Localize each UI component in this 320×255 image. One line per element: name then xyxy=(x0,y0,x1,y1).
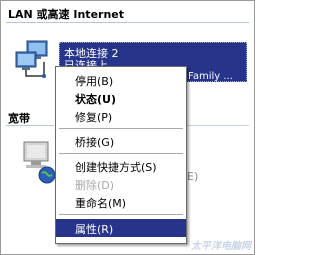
section-divider-broadband-left xyxy=(6,125,54,126)
menu-item-repair[interactable]: 修复(P) xyxy=(56,107,186,125)
menu-separator xyxy=(59,153,183,154)
menu-item-label: 状态(U) xyxy=(75,93,116,106)
menu-item-create-shortcut[interactable]: 创建快捷方式(S) xyxy=(56,157,186,175)
menu-item-label: 创建快捷方式(S) xyxy=(75,161,157,174)
globe-icon xyxy=(38,166,56,184)
section-title-lan: LAN 或高速 Internet xyxy=(8,8,125,21)
menu-separator xyxy=(59,128,183,129)
menu-item-label: 桥接(G) xyxy=(75,136,115,149)
network-computers-icon[interactable] xyxy=(14,40,52,80)
menu-item-disable[interactable]: 停用(B) xyxy=(56,71,186,89)
menu-item-label: 属性(R) xyxy=(75,223,114,236)
watermark: 太平洋电脑网 xyxy=(191,241,251,252)
broadband-status-fragment: E) xyxy=(187,170,199,183)
menu-item-label: 重命名(M) xyxy=(75,197,127,210)
section-divider-lan xyxy=(6,22,249,23)
context-menu: 停用(B) 状态(U) 修复(P) 桥接(G) 创建快捷方式(S) 删除(D) … xyxy=(55,66,187,244)
menu-separator xyxy=(59,214,183,215)
lan-connection-device: Family ... xyxy=(188,71,233,82)
menu-item-label: 修复(P) xyxy=(75,111,113,124)
menu-item-properties[interactable]: 属性(R) xyxy=(56,219,186,237)
menu-item-label: 停用(B) xyxy=(75,75,114,88)
menu-item-delete: 删除(D) xyxy=(56,175,186,193)
menu-item-status[interactable]: 状态(U) xyxy=(56,89,186,107)
section-divider-broadband-right xyxy=(186,125,249,126)
menu-item-label: 删除(D) xyxy=(75,179,115,192)
section-title-broadband: 宽带 xyxy=(8,112,30,125)
menu-item-rename[interactable]: 重命名(M) xyxy=(56,193,186,211)
menu-item-bridge[interactable]: 桥接(G) xyxy=(56,132,186,150)
